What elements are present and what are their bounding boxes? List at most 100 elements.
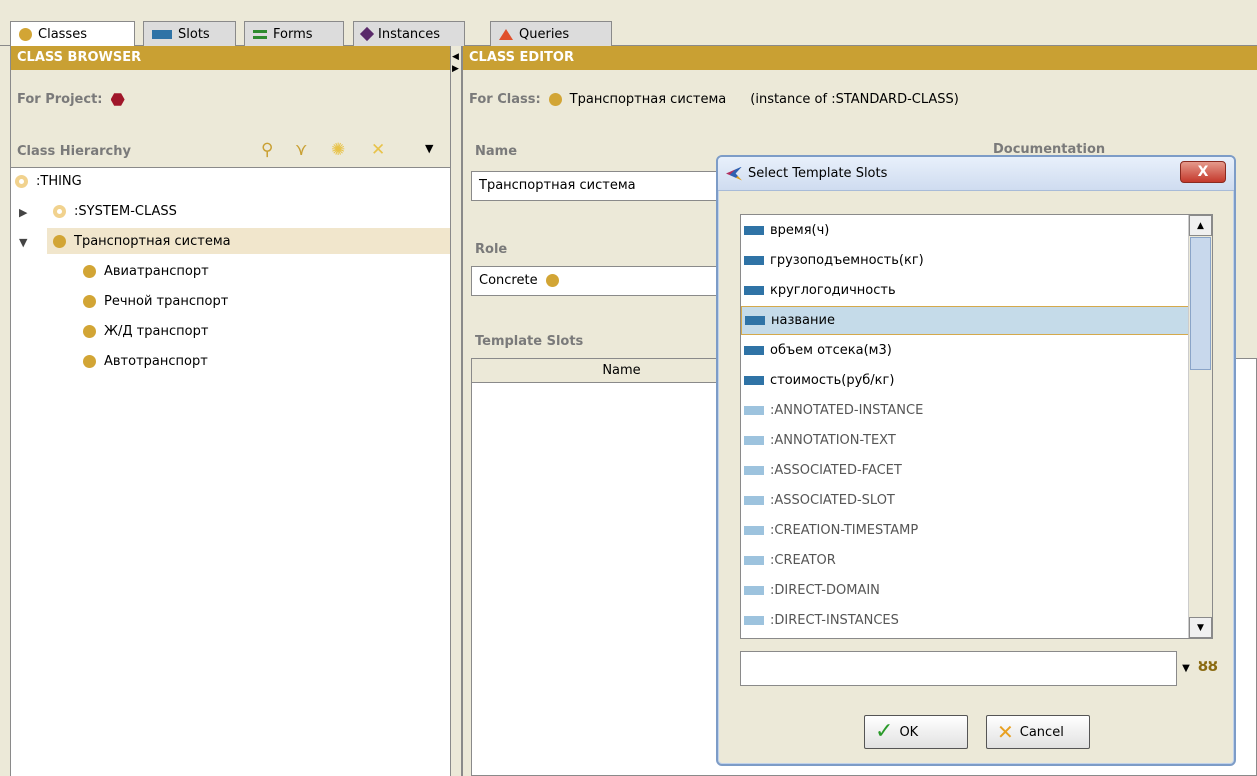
- tree-node-label: Речной транспорт: [104, 293, 229, 309]
- list-item[interactable]: :ASSOCIATED-FACET: [741, 456, 1189, 485]
- list-scrollbar[interactable]: ▲ ▼: [1188, 215, 1212, 638]
- list-item-label: стоимость(руб/кг): [770, 373, 895, 388]
- list-item[interactable]: грузоподъемность(кг): [741, 246, 1189, 275]
- check-icon: ✓: [875, 719, 894, 744]
- class-dot-icon: [83, 324, 96, 338]
- create-class-icon[interactable]: ✺: [331, 140, 345, 160]
- list-item[interactable]: название: [741, 306, 1189, 335]
- list-item[interactable]: время(ч): [741, 216, 1189, 245]
- tree-node-thing[interactable]: :THING: [15, 168, 82, 194]
- dialog-title: Select Template Slots: [748, 166, 888, 181]
- system-slot-icon: [744, 466, 764, 475]
- tab-slots[interactable]: Slots: [143, 21, 236, 46]
- list-item-label: название: [771, 313, 835, 328]
- tab-instances[interactable]: Instances: [353, 21, 465, 46]
- class-dot-icon: [83, 294, 96, 308]
- slot-icon: [744, 226, 764, 235]
- for-class-row: For Class: Транспортная система (instanc…: [469, 92, 959, 107]
- tree-node-aviation[interactable]: Авиатранспорт: [83, 258, 209, 284]
- class-browser-panel: CLASS BROWSER For Project: Class Hierarc…: [10, 46, 459, 776]
- tree-node-system-class[interactable]: :SYSTEM-CLASS: [53, 198, 177, 224]
- tab-queries[interactable]: Queries: [490, 21, 612, 46]
- splitter[interactable]: ◀ ▶: [450, 46, 462, 776]
- combo-dropdown-button[interactable]: ▼: [1177, 651, 1195, 686]
- collapse-left-icon[interactable]: ◀: [452, 52, 459, 62]
- tab-classes[interactable]: Classes: [10, 21, 135, 47]
- table-col-name: Name: [602, 363, 641, 378]
- system-class-icon: [53, 204, 66, 218]
- list-item[interactable]: :CREATION-TIMESTAMP: [741, 516, 1189, 545]
- tree-node-label: Транспортная система: [74, 233, 231, 249]
- tree-node-label: Автотранспорт: [104, 353, 208, 369]
- expand-triangle-icon[interactable]: ▶: [19, 206, 27, 219]
- protege-icon: [726, 166, 742, 181]
- list-item[interactable]: объем отсека(м3): [741, 336, 1189, 365]
- list-item-label: :DIRECT-INSTANCES: [770, 613, 899, 628]
- slot-icon: [744, 286, 764, 295]
- close-button[interactable]: X: [1180, 161, 1226, 183]
- hierarchy-toolbar: ⚲ ⋎ ✺ ✕ ▼: [261, 140, 451, 162]
- for-project-label: For Project:: [17, 92, 103, 107]
- instance-of-text: (instance of :STANDARD-CLASS): [750, 92, 959, 107]
- dialog-titlebar[interactable]: Select Template Slots X: [718, 157, 1234, 191]
- list-item-label: :ANNOTATION-TEXT: [770, 433, 896, 448]
- slot-icon: [744, 346, 764, 355]
- scroll-up-button[interactable]: ▲: [1189, 215, 1212, 236]
- role-label: Role: [475, 242, 508, 257]
- slot-search-combo[interactable]: [740, 651, 1177, 686]
- list-item[interactable]: :DIRECT-DOMAIN: [741, 576, 1189, 605]
- class-dot-icon: [545, 274, 559, 287]
- tab-label: Forms: [273, 26, 313, 42]
- list-item[interactable]: :ANNOTATION-TEXT: [741, 426, 1189, 455]
- list-item[interactable]: :ASSOCIATED-SLOT: [741, 486, 1189, 515]
- class-browser-header: CLASS BROWSER: [11, 46, 459, 70]
- tree-node-rail[interactable]: Ж/Д транспорт: [83, 318, 208, 344]
- list-item[interactable]: :CREATOR: [741, 546, 1189, 575]
- system-slot-icon: [744, 496, 764, 505]
- list-item[interactable]: :DIRECT-INSTANCES: [741, 606, 1189, 635]
- cancel-button[interactable]: ✕ Cancel: [986, 715, 1090, 749]
- list-item-label: :ASSOCIATED-SLOT: [770, 493, 895, 508]
- tree-node-river[interactable]: Речной транспорт: [83, 288, 228, 314]
- scroll-down-button[interactable]: ▼: [1189, 617, 1212, 638]
- list-item-label: грузоподъемность(кг): [770, 253, 924, 268]
- list-item-label: :ANNOTATED-INSTANCE: [770, 403, 924, 418]
- collapse-right-icon[interactable]: ▶: [452, 64, 459, 74]
- tab-bar: Classes Slots Forms Instances Queries: [0, 0, 1257, 47]
- scroll-thumb[interactable]: [1190, 237, 1211, 370]
- for-project-row: For Project:: [17, 92, 125, 107]
- for-class-label: For Class:: [469, 92, 541, 107]
- class-tree: :THING ▶ :SYSTEM-CLASS ▼ Транспортная си…: [11, 167, 459, 776]
- collapse-triangle-icon[interactable]: ▼: [19, 236, 27, 249]
- class-dot-icon: [19, 28, 32, 41]
- list-item-label: круглогодичность: [770, 283, 896, 298]
- list-item[interactable]: :ANNOTATED-INSTANCE: [741, 396, 1189, 425]
- class-dot-icon: [83, 354, 96, 368]
- tree-node-label: Ж/Д транспорт: [104, 323, 209, 339]
- list-item[interactable]: стоимость(руб/кг): [741, 366, 1189, 395]
- tree-node-label: Авиатранспорт: [104, 263, 209, 279]
- system-slot-icon: [744, 436, 764, 445]
- tab-label: Slots: [178, 26, 210, 42]
- tree-node-label: :THING: [36, 173, 82, 189]
- list-item-label: :ASSOCIATED-FACET: [770, 463, 902, 478]
- delete-class-icon[interactable]: ✕: [371, 140, 385, 160]
- chevron-down-icon[interactable]: ▼: [425, 142, 433, 155]
- find-class-icon[interactable]: ⚲: [261, 140, 273, 160]
- cancel-label: Cancel: [1019, 724, 1064, 740]
- system-slot-icon: [744, 406, 764, 415]
- tab-forms[interactable]: Forms: [244, 21, 344, 46]
- list-item-label: :DIRECT-DOMAIN: [770, 583, 880, 598]
- ok-button[interactable]: ✓ OK: [864, 715, 968, 749]
- tree-node-transport-system[interactable]: Транспортная система: [47, 228, 459, 254]
- create-subclass-icon[interactable]: ⋎: [295, 140, 307, 160]
- binoculars-icon[interactable]: ȣȣ: [1198, 657, 1218, 675]
- list-item[interactable]: круглогодичность: [741, 276, 1189, 305]
- slot-bar-icon: [152, 29, 172, 39]
- tab-label: Instances: [378, 26, 441, 42]
- instance-diamond-icon: [359, 26, 375, 42]
- list-item-label: время(ч): [770, 223, 830, 238]
- tree-node-auto[interactable]: Автотранспорт: [83, 348, 208, 374]
- query-triangle-icon: [499, 28, 513, 40]
- class-dot-icon: [53, 234, 66, 248]
